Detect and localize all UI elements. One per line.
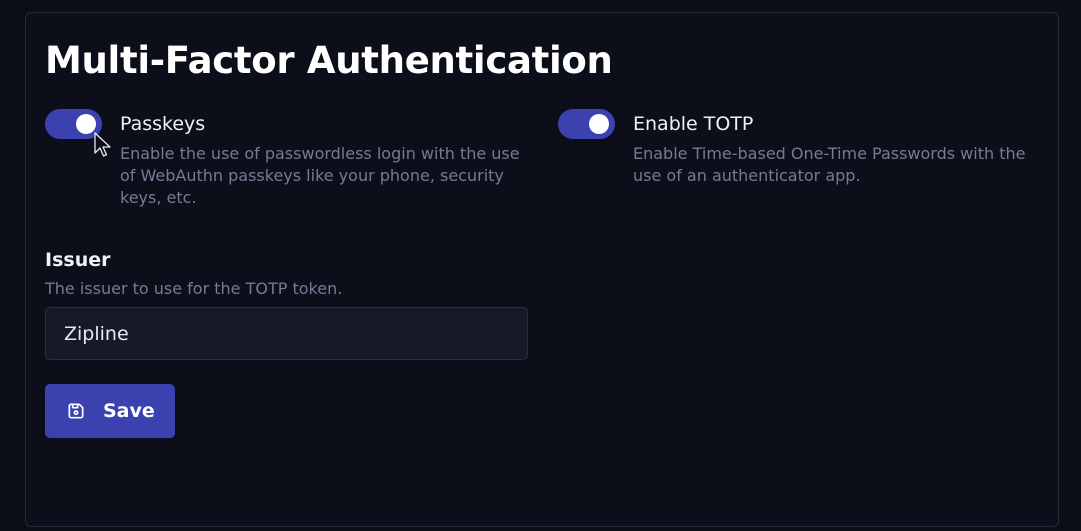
passkeys-setting: Passkeys Enable the use of passwordless … bbox=[45, 109, 520, 209]
toggle-knob bbox=[76, 114, 96, 134]
totp-description: Enable Time-based One-Time Passwords wit… bbox=[633, 144, 1026, 185]
issuer-input[interactable] bbox=[45, 307, 528, 360]
page-title: Multi-Factor Authentication bbox=[45, 39, 613, 82]
toggle-knob bbox=[589, 114, 609, 134]
mfa-settings-card: Multi-Factor Authentication Passkeys Ena… bbox=[25, 12, 1059, 527]
save-button-label: Save bbox=[103, 400, 155, 422]
issuer-label: Issuer bbox=[45, 249, 111, 271]
totp-setting: Enable TOTP Enable Time-based One-Time P… bbox=[558, 109, 1033, 187]
passkeys-description: Enable the use of passwordless login wit… bbox=[120, 144, 520, 207]
save-button[interactable]: Save bbox=[45, 384, 175, 438]
passkeys-label: Passkeys bbox=[120, 113, 206, 135]
totp-label: Enable TOTP bbox=[633, 113, 754, 135]
totp-toggle[interactable] bbox=[558, 109, 615, 139]
issuer-description: The issuer to use for the TOTP token. bbox=[45, 279, 343, 298]
passkeys-toggle[interactable] bbox=[45, 109, 102, 139]
device-floppy-icon bbox=[68, 403, 84, 419]
